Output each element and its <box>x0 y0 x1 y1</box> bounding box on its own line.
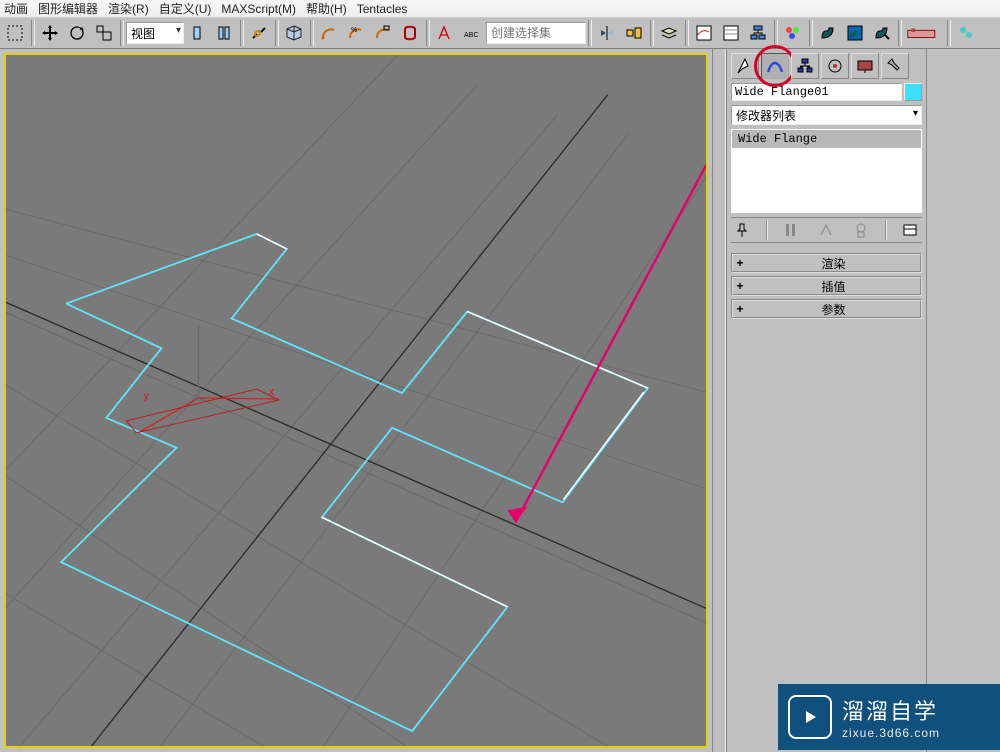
render-setup-button[interactable] <box>815 20 841 46</box>
menu-bar: 动画 图形编辑器 渲染(R) 自定义(U) MAXScript(M) 帮助(H)… <box>0 0 1000 18</box>
named-selection-input[interactable] <box>486 22 586 44</box>
viewport-divider[interactable] <box>712 49 726 752</box>
named-sel-edit-button[interactable] <box>432 20 458 46</box>
axis-y-label: y <box>143 390 149 402</box>
show-end-result-button[interactable] <box>780 219 802 241</box>
use-pivot-button[interactable] <box>184 20 210 46</box>
object-color-swatch[interactable] <box>904 83 922 101</box>
configure-modifier-sets-button[interactable] <box>899 219 921 241</box>
perspective-viewport[interactable]: x y <box>4 53 708 748</box>
layers-button[interactable] <box>656 20 682 46</box>
tab-hierarchy[interactable] <box>791 53 819 79</box>
main-toolbar: 视图 % ABC <box>0 18 1000 49</box>
snap-spinner-button[interactable] <box>370 20 396 46</box>
viewport-canvas: x y <box>6 55 706 746</box>
remove-modifier-button[interactable] <box>850 219 872 241</box>
rotate-button[interactable] <box>64 20 90 46</box>
menu-help[interactable]: 帮助(H) <box>306 0 347 17</box>
svg-text:ABC: ABC <box>464 32 478 39</box>
quick-render-button[interactable] <box>869 20 895 46</box>
dope-sheet-button[interactable] <box>718 20 744 46</box>
command-panel-tabs <box>731 53 922 79</box>
snap-toggle-button[interactable] <box>397 20 423 46</box>
rollout-interpolation[interactable]: + 插值 <box>731 276 922 296</box>
ref-coord-label: 视图 <box>131 25 155 42</box>
right-rail <box>926 49 1000 752</box>
rollout-expand-icon: + <box>733 279 747 293</box>
watermark-play-icon <box>788 695 832 739</box>
pin-stack-button[interactable] <box>731 219 753 241</box>
align-button[interactable] <box>621 20 647 46</box>
snap-percent-button[interactable]: % <box>343 20 369 46</box>
cube-icon-button[interactable] <box>281 20 307 46</box>
curve-editor-button[interactable] <box>691 20 717 46</box>
modifier-list-dropdown[interactable]: 修改器列表 <box>731 105 922 125</box>
menu-render[interactable]: 渲染(R) <box>108 0 149 17</box>
rollout-expand-icon: + <box>733 256 747 270</box>
viewport-wrap: x y <box>0 49 712 752</box>
watermark-logo: 溜溜自学 zixue.3d66.com <box>778 684 1000 750</box>
tab-utilities[interactable] <box>881 53 909 79</box>
rollout-render[interactable]: + 渲染 <box>731 253 922 273</box>
menu-maxscript[interactable]: MAXScript(M) <box>221 2 296 16</box>
material-editor-button[interactable] <box>780 20 806 46</box>
render-frame-button[interactable] <box>842 20 868 46</box>
stack-item[interactable]: Wide Flange <box>732 130 921 148</box>
select-link-button[interactable] <box>246 20 272 46</box>
tab-display[interactable] <box>851 53 879 79</box>
menu-customize[interactable]: 自定义(U) <box>159 0 212 17</box>
menu-tentacles[interactable]: Tentacles <box>357 2 408 16</box>
command-panel: Wide Flange01 修改器列表 Wide Flange <box>726 49 926 752</box>
modifier-stack-tools <box>731 217 922 243</box>
make-unique-button[interactable] <box>815 219 837 241</box>
object-name-field[interactable]: Wide Flange01 <box>731 83 902 101</box>
selection-region-button[interactable] <box>2 20 28 46</box>
rollout-parameters[interactable]: + 参数 <box>731 299 922 319</box>
rollout-expand-icon: + <box>733 302 747 316</box>
schematic-button[interactable] <box>745 20 771 46</box>
move-button[interactable] <box>37 20 63 46</box>
reactor-icon-button[interactable] <box>904 20 944 46</box>
snap-angle-button[interactable] <box>316 20 342 46</box>
use-selection-center-button[interactable] <box>211 20 237 46</box>
modifier-stack[interactable]: Wide Flange <box>731 129 922 213</box>
reactor-balls-button[interactable] <box>953 20 979 46</box>
svg-text:%: % <box>351 27 357 34</box>
mirror-button[interactable] <box>594 20 620 46</box>
scale-button[interactable] <box>91 20 117 46</box>
tab-modify[interactable] <box>761 53 789 79</box>
watermark-title: 溜溜自学 <box>842 694 940 726</box>
menu-graph-editors[interactable]: 图形编辑器 <box>38 0 98 17</box>
main-area: x y <box>0 49 1000 752</box>
menu-animation[interactable]: 动画 <box>4 0 28 17</box>
named-sel-abc-button[interactable]: ABC <box>459 20 485 46</box>
tab-motion[interactable] <box>821 53 849 79</box>
watermark-url: zixue.3d66.com <box>842 726 940 740</box>
ref-coord-dropdown[interactable]: 视图 <box>126 22 184 44</box>
